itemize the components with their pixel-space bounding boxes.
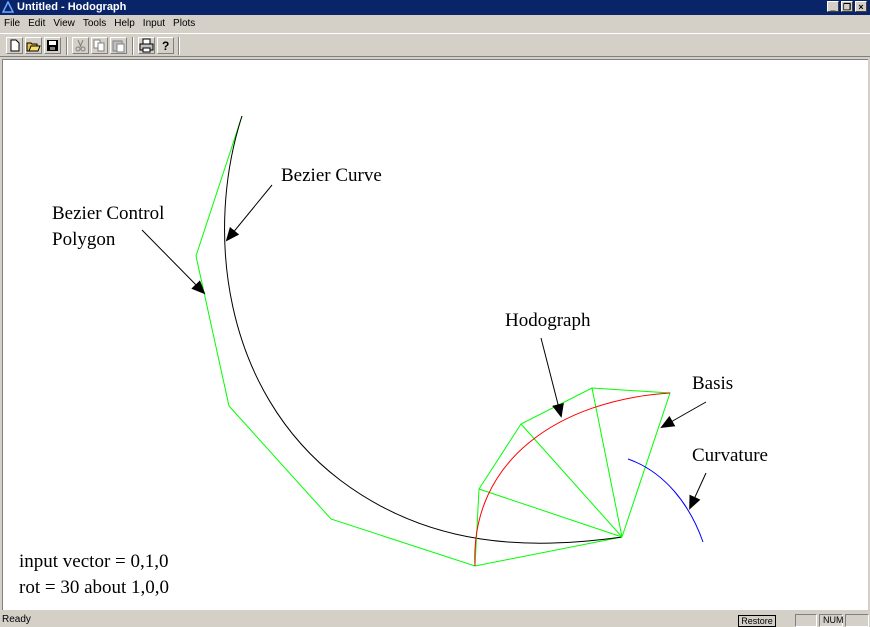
- label-rotation: rot = 30 about 1,0,0: [19, 577, 170, 598]
- status-pane-num: NUM: [819, 614, 844, 627]
- basis-lines: [474, 387, 671, 567]
- restore-button[interactable]: Restore: [738, 615, 776, 627]
- hodograph-plot: [141, 115, 707, 567]
- label-basis: Basis: [692, 373, 734, 394]
- bezier-control-polygon: [195, 115, 623, 567]
- drawing-canvas[interactable]: Bezier Curve Bezier Control Polygon Hodo…: [2, 59, 868, 610]
- label-hodograph: Hodograph: [505, 310, 591, 331]
- status-pane-caps: [795, 614, 817, 627]
- curvature-curve: [627, 458, 704, 543]
- label-control-polygon-2: Polygon: [52, 229, 116, 250]
- status-text: Ready: [2, 614, 31, 625]
- arrow-control-polygon: [141, 229, 206, 295]
- arrow-curvature: [689, 472, 707, 510]
- label-control-polygon-1: Bezier Control: [52, 203, 165, 224]
- arrow-bezier-curve: [225, 184, 273, 242]
- label-bezier-curve: Bezier Curve: [281, 165, 382, 186]
- arrow-hodograph: [540, 337, 564, 418]
- status-bar: Ready Restore NUM: [0, 612, 870, 627]
- status-pane-scroll: [845, 614, 869, 627]
- label-curvature: Curvature: [692, 445, 768, 466]
- label-input-vector: input vector = 0,1,0: [19, 551, 169, 572]
- arrow-basis: [660, 401, 707, 428]
